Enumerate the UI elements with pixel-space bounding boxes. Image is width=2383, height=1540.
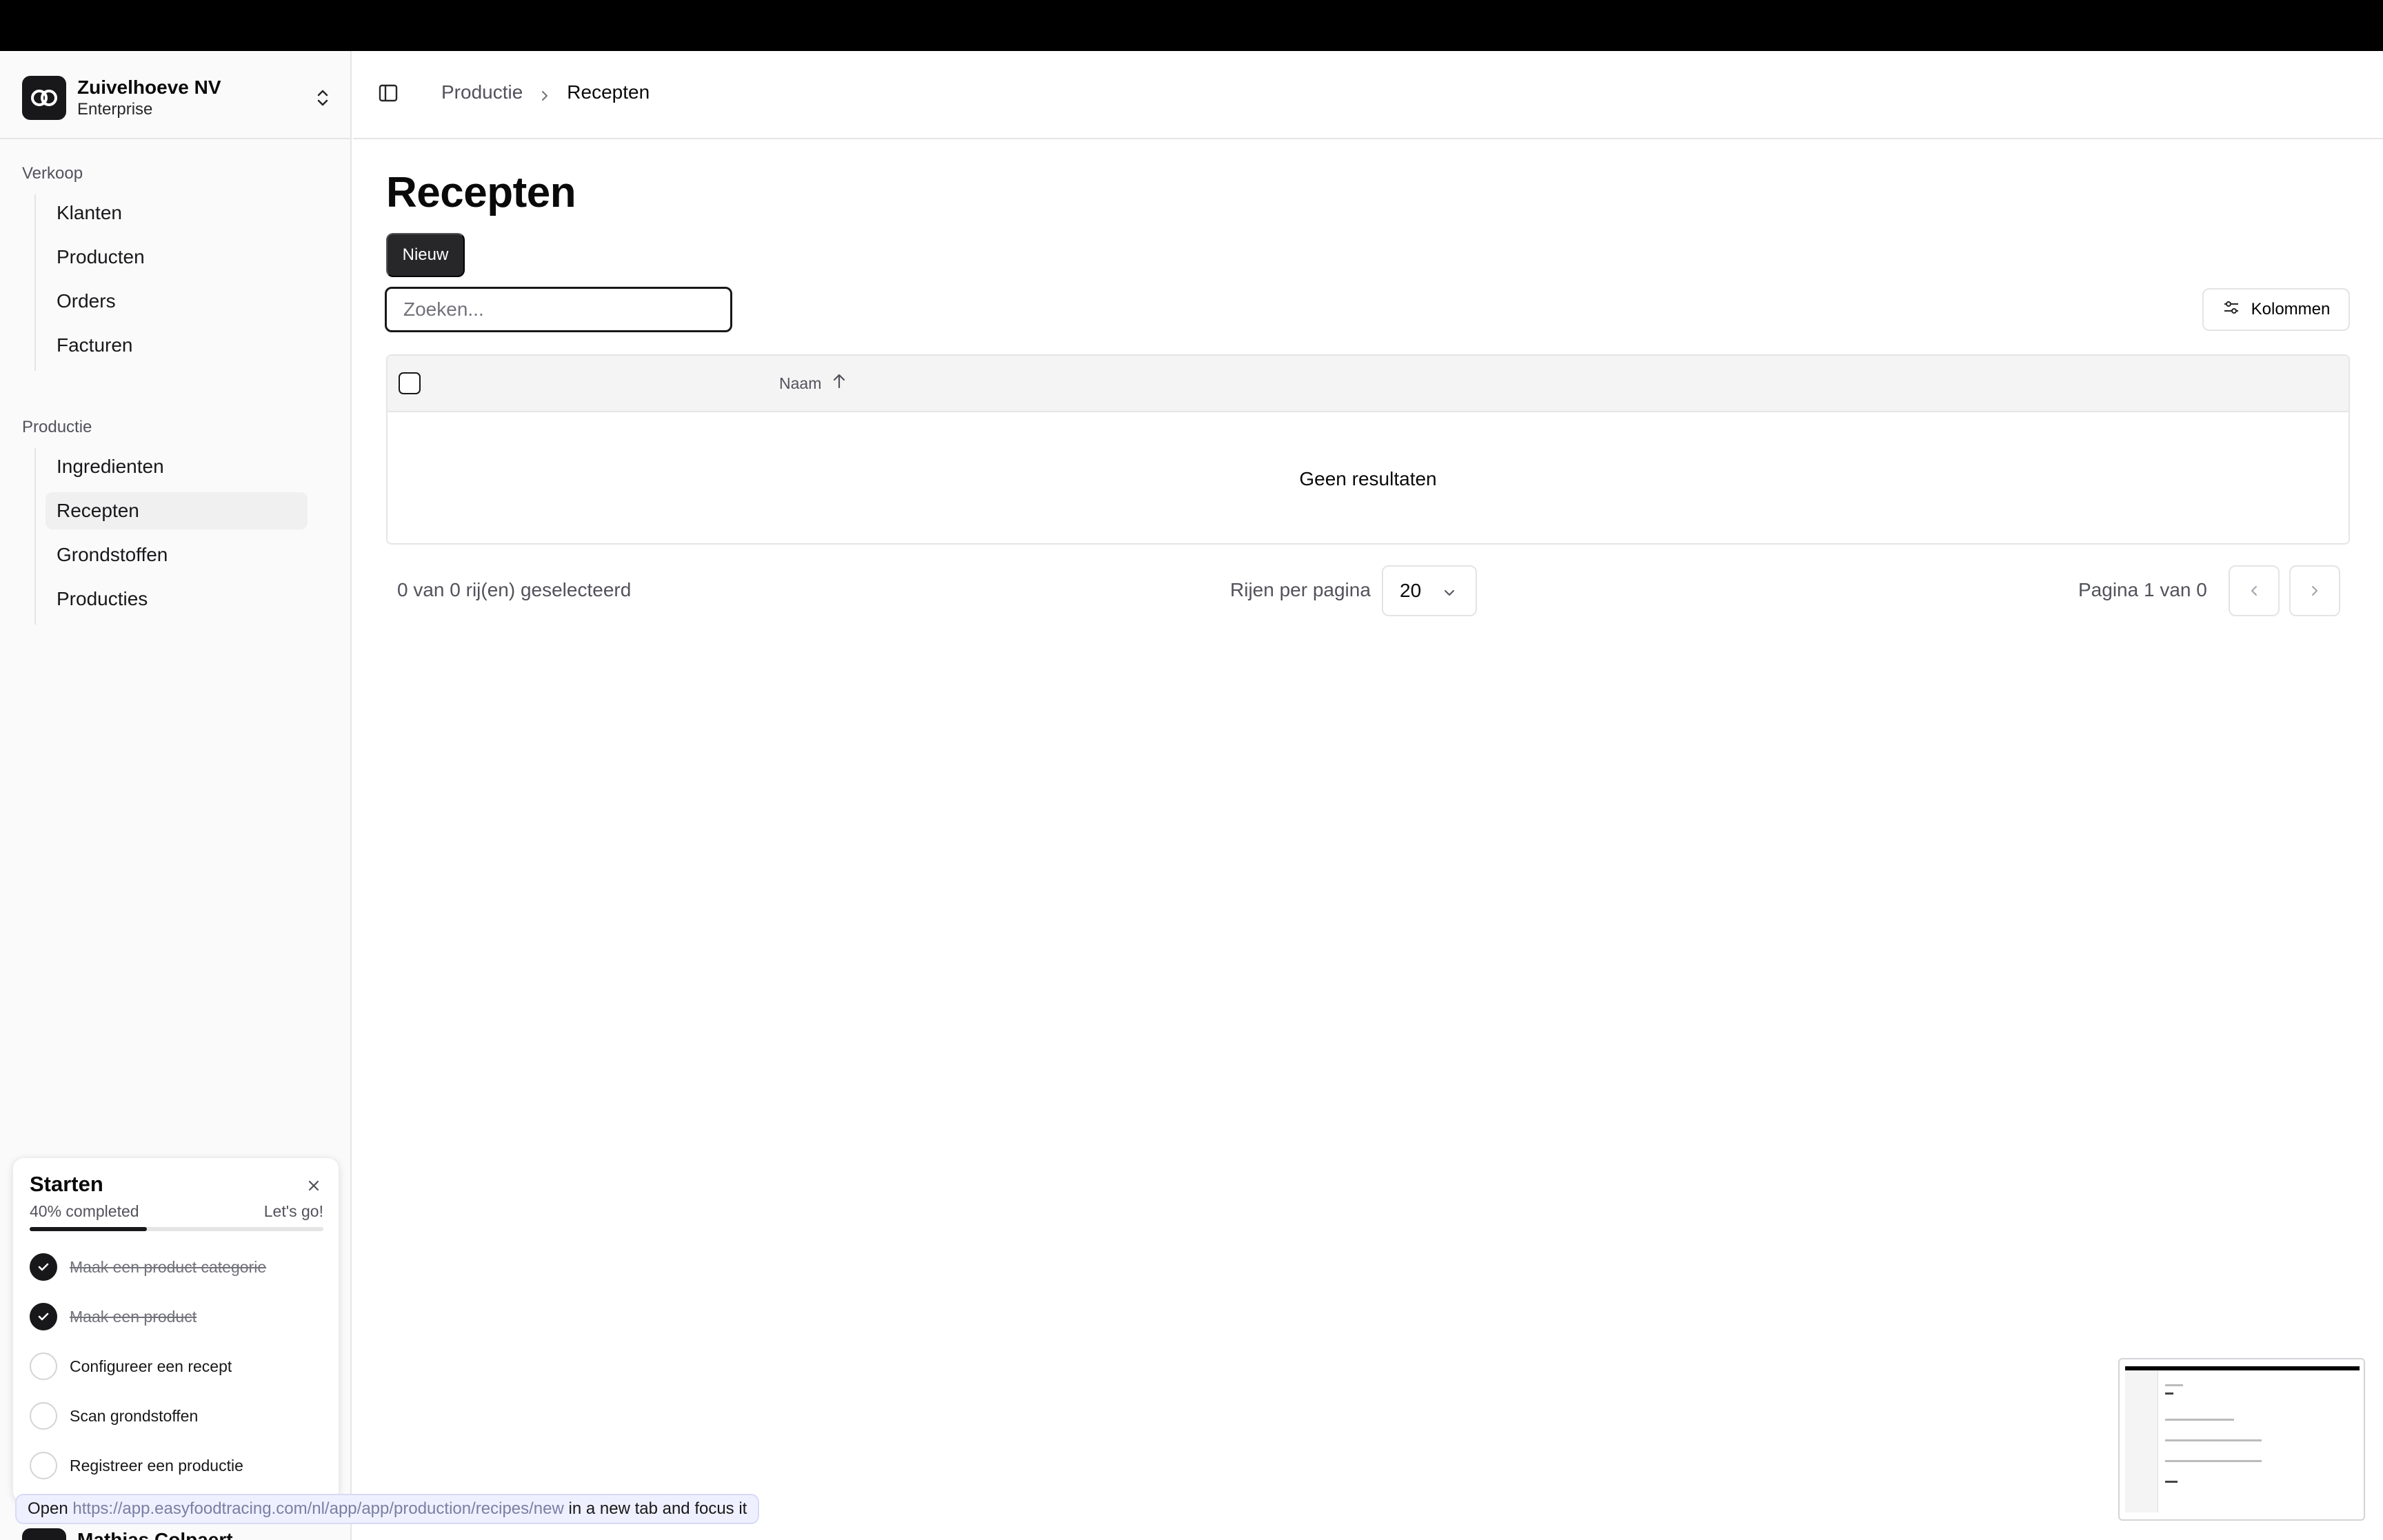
- column-header-label: Naam: [779, 374, 822, 392]
- task-checkbox[interactable]: [30, 1452, 57, 1479]
- chevron-right-icon: [2312, 586, 2317, 596]
- page-indicator: Pagina 1 van 0: [2078, 579, 2207, 600]
- task-checkbox[interactable]: [30, 1352, 57, 1380]
- status-tip-url: https://app.easyfoodtracing.com/nl/app/a…: [72, 1499, 564, 1518]
- sidebar-divider: [0, 138, 350, 139]
- selection-count: 0 van 0 rij(en) geselecteerd: [397, 579, 632, 600]
- close-icon[interactable]: [304, 1176, 323, 1195]
- task-item[interactable]: Scan grondstoffen: [30, 1401, 323, 1431]
- new-button[interactable]: Nieuw: [386, 233, 465, 277]
- previous-page-button[interactable]: [2229, 565, 2280, 616]
- task-label: Maak een product: [70, 1307, 197, 1326]
- chevrons-up-down-icon[interactable]: [313, 84, 332, 112]
- chevron-down-icon: [1445, 590, 1454, 596]
- task-item[interactable]: Configureer een recept: [30, 1351, 323, 1381]
- preview-line: [2165, 1460, 2262, 1462]
- sidebar-group-label-verkoop: Verkoop: [22, 164, 83, 183]
- sidebar-item-orders[interactable]: Orders: [46, 283, 308, 320]
- org-name: Zuivelhoeve NV: [77, 77, 221, 98]
- task-item[interactable]: Maak een product categorie: [30, 1252, 323, 1282]
- sidebar-item-ingredienten[interactable]: Ingredienten: [46, 448, 308, 485]
- task-checkbox[interactable]: [30, 1402, 57, 1430]
- arrow-up-icon: [821, 372, 847, 394]
- select-all-checkbox[interactable]: [399, 372, 421, 394]
- sidebar-item-producten[interactable]: Producten: [46, 239, 308, 276]
- sidebar: Zuivelhoeve NV Enterprise Verkoop Klante…: [0, 51, 352, 1540]
- preview-line: [2165, 1384, 2183, 1386]
- task-label: Scan grondstoffen: [70, 1406, 199, 1425]
- task-label: Maak een product categorie: [70, 1257, 267, 1276]
- user-menu[interactable]: Mathias Colpaert: [22, 1523, 332, 1540]
- columns-button[interactable]: Kolommen: [2202, 288, 2350, 331]
- task-label: Configureer een recept: [70, 1357, 232, 1375]
- check-icon[interactable]: [30, 1253, 57, 1281]
- chevron-right-icon: [538, 85, 552, 101]
- user-name: Mathias Colpaert: [77, 1529, 233, 1540]
- preview-sidebar: [2125, 1370, 2158, 1512]
- main-header: Productie Recepten: [353, 51, 2383, 139]
- sidebar-item-producties[interactable]: Producties: [46, 580, 308, 618]
- window-top-bar: [0, 0, 2383, 51]
- sidebar-item-facturen[interactable]: Facturen: [46, 327, 308, 364]
- check-icon[interactable]: [30, 1303, 57, 1330]
- task-item[interactable]: Maak een product: [30, 1301, 323, 1332]
- task-item[interactable]: Registreer een productie: [30, 1450, 323, 1481]
- task-label: Registreer een productie: [70, 1456, 243, 1475]
- org-text: Zuivelhoeve NV Enterprise: [77, 76, 313, 120]
- sidebar-item-grondstoffen[interactable]: Grondstoffen: [46, 536, 308, 574]
- empty-state: Geen resultaten: [1299, 468, 1437, 489]
- search-input[interactable]: [385, 287, 732, 332]
- data-table: Naam Geen resultaten: [386, 354, 2350, 545]
- status-tip-prefix: Open: [28, 1499, 68, 1518]
- progress-bar-fill: [30, 1227, 148, 1231]
- getting-started-title: Starten: [30, 1172, 103, 1196]
- preview-line: [2165, 1419, 2234, 1421]
- sidebar-item-klanten[interactable]: Klanten: [46, 194, 308, 232]
- link-status-tooltip: Open https://app.easyfoodtracing.com/nl/…: [15, 1494, 760, 1524]
- preview-line: [2165, 1392, 2173, 1395]
- org-plan: Enterprise: [77, 100, 153, 119]
- rows-per-page-select[interactable]: 20: [1382, 565, 1477, 616]
- tab-preview-thumbnail[interactable]: [2118, 1358, 2365, 1521]
- rows-per-page-value: 20: [1400, 580, 1422, 601]
- page-title: Recepten: [386, 169, 576, 216]
- sidebar-item-recepten[interactable]: Recepten: [46, 492, 308, 529]
- rows-per-page-label: Rijen per pagina: [1230, 579, 1371, 600]
- org-switcher[interactable]: Zuivelhoeve NV Enterprise: [22, 73, 332, 123]
- lets-go-label: Let's go!: [263, 1202, 323, 1220]
- sidebar-group-productie: Ingredienten Recepten Grondstoffen Produ…: [34, 448, 308, 625]
- preview-top-bar: [2125, 1366, 2360, 1370]
- chevron-left-icon: [2251, 586, 2257, 596]
- getting-started-card: Starten 40% completed Let's go! Maak een…: [12, 1157, 339, 1502]
- progress-label: 40% completed: [30, 1202, 139, 1220]
- table-header: Naam: [388, 356, 2349, 412]
- preview-line: [2165, 1439, 2262, 1441]
- sidebar-toggle-icon[interactable]: [378, 83, 403, 108]
- org-logo-icon: [22, 76, 66, 120]
- sliders-icon: [2222, 298, 2251, 321]
- breadcrumb-current: Recepten: [567, 81, 650, 103]
- breadcrumb-productie[interactable]: Productie: [441, 81, 523, 103]
- breadcrumb: Productie Recepten: [441, 81, 650, 103]
- preview-line: [2165, 1481, 2178, 1483]
- status-tip-suffix: in a new tab and focus it: [568, 1499, 747, 1518]
- progress-bar: [30, 1227, 323, 1231]
- column-header-naam[interactable]: Naam: [779, 372, 847, 394]
- sidebar-group-verkoop: Klanten Producten Orders Facturen: [34, 194, 308, 371]
- columns-button-label: Kolommen: [2251, 300, 2331, 318]
- avatar: [22, 1528, 66, 1540]
- next-page-button[interactable]: [2289, 565, 2340, 616]
- sidebar-group-label-productie: Productie: [22, 418, 92, 436]
